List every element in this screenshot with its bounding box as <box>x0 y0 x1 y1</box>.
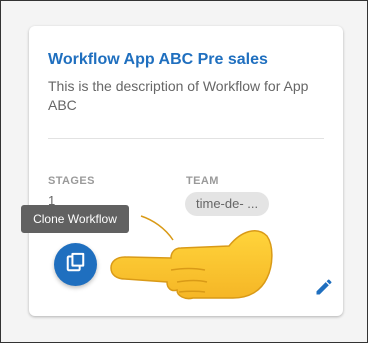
edit-button[interactable] <box>311 276 337 302</box>
screenshot-frame: Workflow App ABC Pre sales This is the d… <box>0 0 368 343</box>
pencil-icon <box>314 277 334 302</box>
workflow-title[interactable]: Workflow App ABC Pre sales <box>48 51 268 69</box>
stages-label: STAGES <box>48 175 95 187</box>
clone-workflow-button[interactable] <box>54 243 97 286</box>
team-label: TEAM <box>186 175 219 187</box>
workflow-description: This is the description of Workflow for … <box>48 78 309 113</box>
pointing-hand-icon <box>101 206 276 306</box>
clone-icon <box>65 251 87 278</box>
divider <box>48 138 324 139</box>
